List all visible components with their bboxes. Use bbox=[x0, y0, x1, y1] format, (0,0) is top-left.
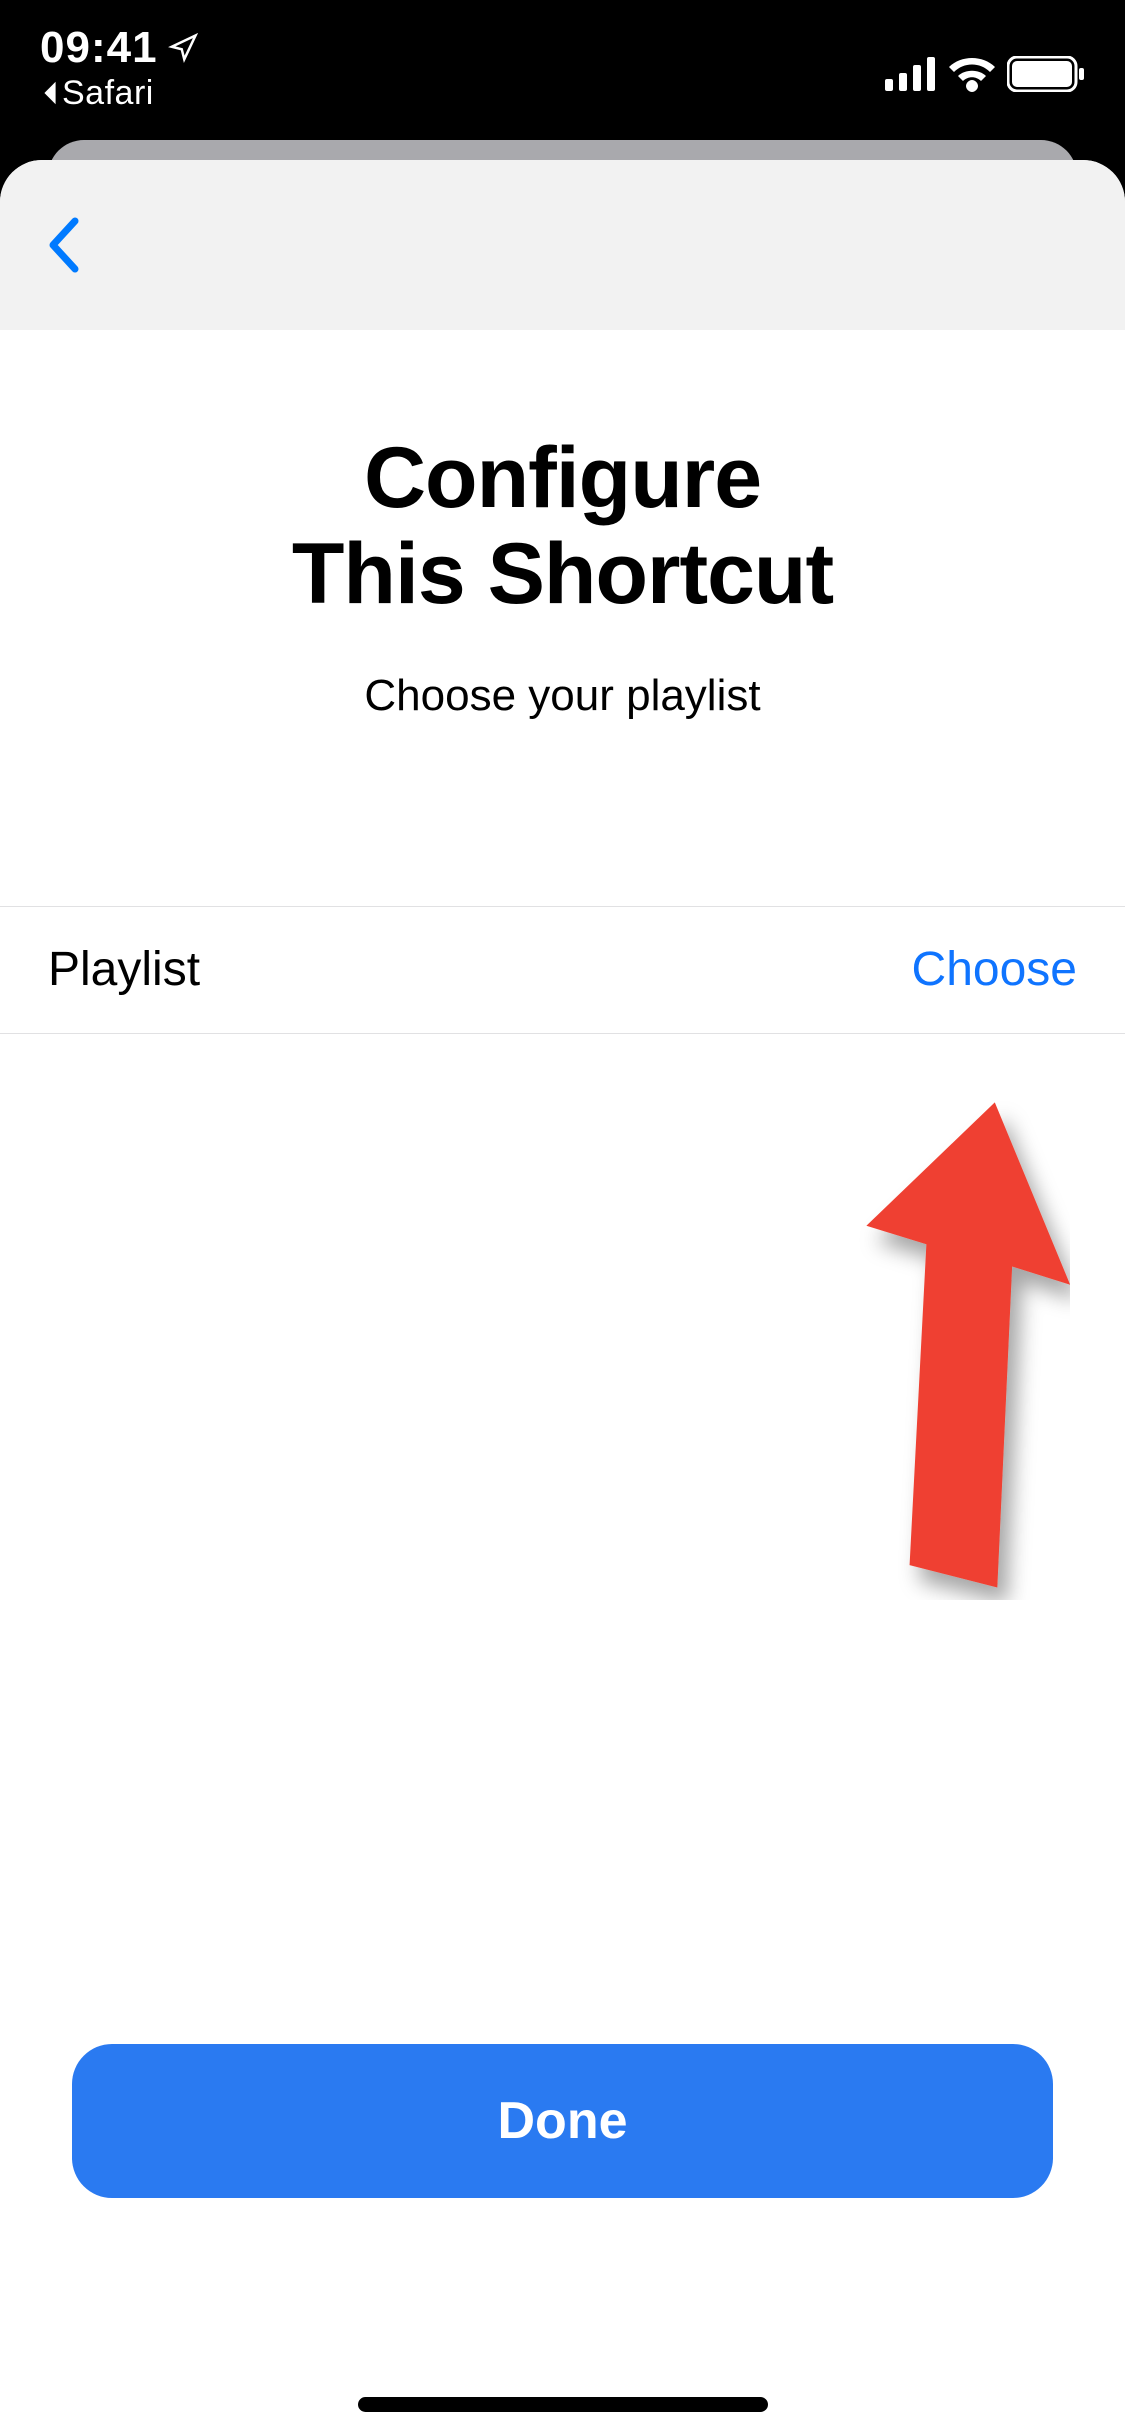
modal-sheet: Configure This Shortcut Choose your play… bbox=[0, 160, 1125, 2436]
done-button[interactable]: Done bbox=[72, 2044, 1053, 2198]
chevron-left-icon bbox=[45, 215, 81, 275]
cellular-icon bbox=[885, 57, 937, 91]
choose-button[interactable]: Choose bbox=[912, 942, 1077, 997]
battery-icon bbox=[1007, 56, 1085, 92]
location-icon bbox=[168, 33, 198, 63]
status-right bbox=[885, 26, 1085, 92]
title-line-2: This Shortcut bbox=[292, 526, 833, 622]
back-to-app-label: Safari bbox=[62, 76, 154, 110]
status-time-text: 09:41 bbox=[40, 26, 158, 70]
back-to-app[interactable]: Safari bbox=[40, 76, 198, 110]
title-block: Configure This Shortcut Choose your play… bbox=[0, 330, 1125, 721]
status-bar: 09:41 Safari bbox=[0, 0, 1125, 130]
title-line-1: Configure bbox=[364, 430, 761, 526]
page-title: Configure This Shortcut bbox=[0, 430, 1125, 623]
back-caret-icon bbox=[40, 79, 60, 107]
config-list: Playlist Choose bbox=[0, 906, 1125, 1034]
done-button-label: Done bbox=[498, 2091, 628, 2151]
status-left: 09:41 Safari bbox=[40, 26, 198, 110]
wifi-icon bbox=[947, 56, 997, 92]
nav-header bbox=[0, 160, 1125, 330]
page-subtitle: Choose your playlist bbox=[0, 671, 1125, 721]
home-indicator[interactable] bbox=[358, 2397, 768, 2412]
playlist-label: Playlist bbox=[48, 942, 200, 997]
annotation-arrow-icon bbox=[850, 1100, 1070, 1600]
playlist-row[interactable]: Playlist Choose bbox=[0, 906, 1125, 1034]
content-area: Configure This Shortcut Choose your play… bbox=[0, 330, 1125, 1034]
back-button[interactable] bbox=[28, 210, 98, 280]
status-time: 09:41 bbox=[40, 26, 198, 70]
